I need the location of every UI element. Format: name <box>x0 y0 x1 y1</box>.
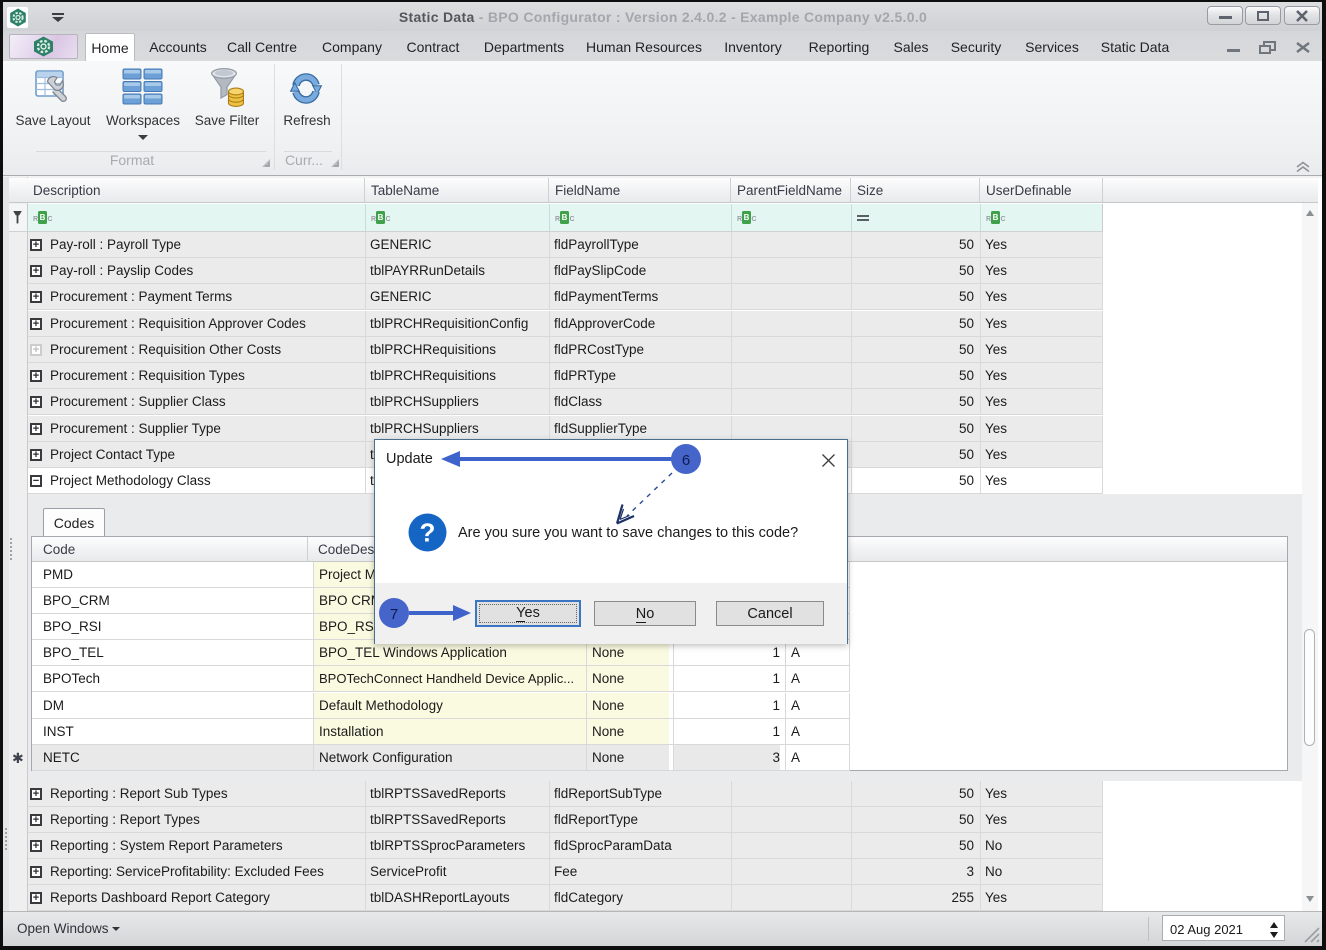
svg-text:?: ? <box>420 518 436 548</box>
